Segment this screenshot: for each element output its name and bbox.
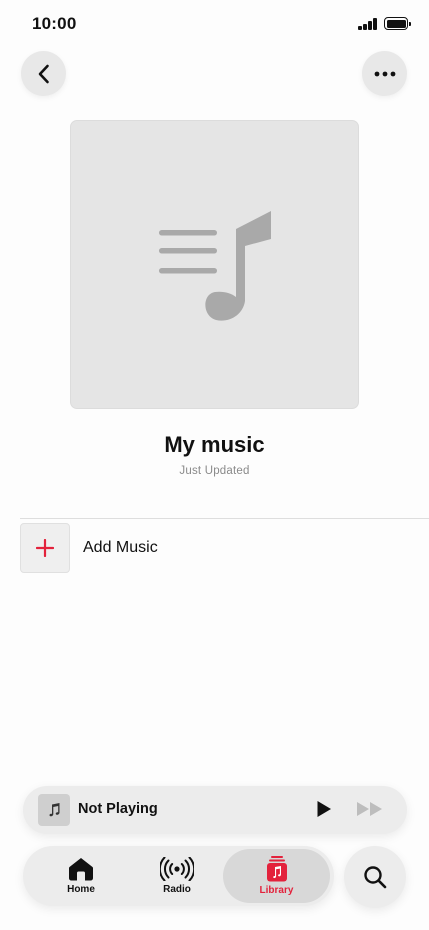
search-icon: [364, 866, 387, 889]
play-icon[interactable]: [316, 800, 332, 818]
playlist-title: My music: [164, 432, 265, 457]
playlist-music-icon: [159, 211, 271, 321]
plus-icon: [36, 539, 54, 557]
ellipsis-icon: [374, 71, 395, 76]
now-playing-title: Not Playing: [78, 801, 158, 817]
library-icon: [266, 856, 287, 882]
add-music-tile[interactable]: [20, 523, 70, 573]
search-button[interactable]: [344, 846, 406, 908]
fast-forward-icon[interactable]: [356, 801, 384, 817]
tab-radio-label: Radio: [163, 884, 191, 895]
home-icon: [69, 858, 93, 881]
playlist-subtitle: Just Updated: [179, 465, 250, 477]
playlist-screen: 10:00 My music Just Updated Add Music No…: [0, 0, 429, 930]
tab-home-label: Home: [67, 884, 95, 895]
cellular-signal-icon: [358, 18, 378, 30]
divider: [20, 518, 429, 519]
mini-player-artwork: [38, 794, 70, 826]
mini-player[interactable]: Not Playing: [23, 786, 407, 834]
tab-bar: Home Radio Library: [23, 846, 334, 906]
status-bar: 10:00: [0, 0, 429, 50]
status-time: 10:00: [32, 14, 77, 33]
tab-radio[interactable]: Radio: [141, 846, 213, 906]
radio-icon: [160, 857, 194, 881]
music-note-icon: [49, 803, 60, 817]
more-button[interactable]: [362, 51, 407, 96]
chevron-left-icon: [38, 64, 49, 83]
tab-home[interactable]: Home: [45, 846, 117, 906]
tab-library-label: Library: [259, 885, 294, 896]
add-music-label: Add Music: [83, 539, 158, 556]
back-button[interactable]: [21, 51, 66, 96]
battery-icon: [384, 17, 411, 30]
add-music-row[interactable]: Add Music: [20, 523, 420, 573]
playlist-artwork: [70, 120, 359, 409]
tab-library[interactable]: Library: [223, 849, 330, 903]
